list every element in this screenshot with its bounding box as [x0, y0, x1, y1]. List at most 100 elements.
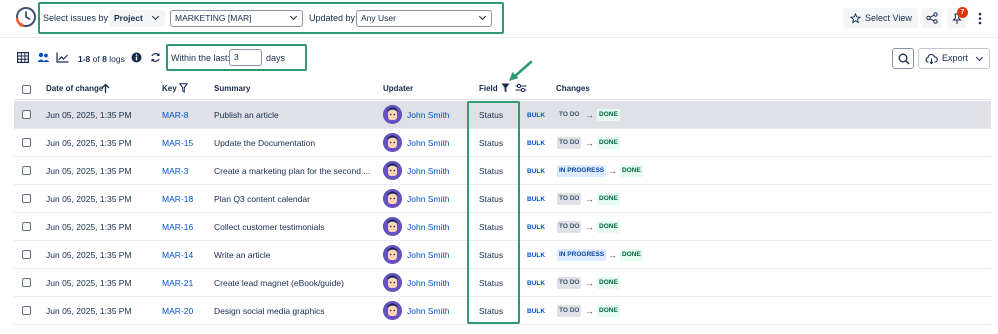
arrow-right-icon: → [585, 138, 594, 148]
count-range: 1-8 [78, 54, 91, 64]
select-issues-label: Select issues by: [43, 13, 111, 23]
project-value-text: MARKETING [MAR] [175, 13, 252, 23]
bulk-badge: BULK [527, 252, 546, 259]
row-issue-key-link[interactable]: MAR-3 [162, 166, 188, 177]
table-row[interactable]: Jun 05, 2025, 1:35 PM MAR-20 Design social… [14, 297, 991, 325]
log-count: 1-8 of 8 logs [78, 53, 125, 65]
filter-outline-icon[interactable] [179, 83, 188, 93]
column-header-changes[interactable]: Changes [556, 84, 590, 94]
row-date: Jun 05, 2025, 1:35 PM [46, 138, 132, 148]
table-row[interactable]: Jun 05, 2025, 1:35 PM MAR-15 Update the Do… [14, 129, 991, 157]
avatar [383, 273, 402, 292]
status-to-lozenge: DONE [597, 193, 620, 205]
row-updater-link[interactable]: John Smith [407, 278, 450, 289]
row-updater-link[interactable]: John Smith [407, 306, 450, 317]
search-icon [898, 53, 910, 65]
row-updater-link[interactable]: John Smith [407, 250, 450, 261]
row-updater-link[interactable]: John Smith [407, 110, 450, 121]
row-issue-key-link[interactable]: MAR-20 [162, 306, 193, 317]
row-checkbox[interactable] [22, 306, 31, 315]
filter-active-icon[interactable] [501, 83, 510, 93]
search-button[interactable] [892, 48, 914, 69]
bulk-badge: BULK [527, 196, 546, 203]
row-field: Status [479, 222, 504, 232]
status-from-lozenge: IN PROGRESS [557, 249, 607, 261]
project-value-select[interactable]: MARKETING [MAR] [170, 10, 303, 27]
row-issue-key-link[interactable]: MAR-21 [162, 278, 193, 289]
share-button[interactable] [922, 8, 942, 28]
status-to-lozenge: DONE [597, 277, 620, 289]
status-to-lozenge: DONE [620, 249, 643, 261]
chevron-down-icon [289, 12, 298, 21]
arrow-right-icon: → [585, 194, 594, 204]
avatar [383, 245, 402, 264]
status-to-lozenge: DONE [597, 221, 620, 233]
arrow-right-icon: → [585, 110, 594, 120]
select-view-button[interactable]: Select View [843, 8, 918, 28]
table-row[interactable]: Jun 05, 2025, 1:35 PM MAR-14 Write an arti… [14, 241, 991, 269]
row-issue-key-link[interactable]: MAR-15 [162, 138, 193, 149]
row-checkbox[interactable] [22, 278, 31, 287]
row-field: Status [479, 250, 504, 260]
status-from-lozenge: TO DO [557, 193, 582, 205]
refresh-icon[interactable] [150, 52, 161, 63]
info-icon[interactable] [131, 52, 142, 63]
table-row[interactable]: Jun 05, 2025, 1:35 PM MAR-16 Collect custo… [14, 213, 991, 241]
column-header-updater[interactable]: Updater [383, 84, 413, 94]
status-to-lozenge: DONE [597, 109, 620, 121]
row-issue-key-link[interactable]: MAR-8 [162, 110, 188, 121]
status-to-lozenge: DONE [597, 137, 620, 149]
sort-ascending-icon[interactable] [101, 83, 110, 94]
column-header-summary[interactable]: Summary [214, 84, 250, 94]
days-input-value: 3 [234, 52, 239, 62]
row-checkbox[interactable] [22, 250, 31, 259]
export-button[interactable]: Export [918, 48, 990, 69]
status-from-lozenge: TO DO [557, 221, 582, 233]
bulk-badge: BULK [527, 168, 546, 175]
row-checkbox[interactable] [22, 166, 31, 175]
adjust-settings-icon[interactable] [515, 83, 527, 93]
project-select[interactable]: Project [109, 10, 165, 27]
more-button[interactable] [972, 8, 988, 28]
row-issue-key-link[interactable]: MAR-18 [162, 194, 193, 205]
updated-by-select[interactable]: Any User [356, 10, 492, 27]
table-row[interactable]: Jun 05, 2025, 1:35 PM MAR-18 Plan Q3 conte… [14, 185, 991, 213]
table-row[interactable]: Jun 05, 2025, 1:35 PM MAR-8 Publish an art… [14, 101, 991, 129]
row-updater-link[interactable]: John Smith [407, 138, 450, 149]
days-label: days [266, 53, 286, 63]
table-view-icon[interactable] [17, 52, 29, 63]
users-icon[interactable] [37, 52, 50, 63]
column-header-key[interactable]: Key [162, 84, 177, 94]
more-vertical-icon [978, 12, 982, 25]
row-checkbox[interactable] [22, 222, 31, 231]
days-input[interactable]: 3 [229, 49, 262, 66]
table-row[interactable]: Jun 05, 2025, 1:35 PM MAR-21 Create lead m… [14, 269, 991, 297]
table-row[interactable]: Jun 05, 2025, 1:35 PM MAR-3 Create a marke… [14, 157, 991, 185]
count-total: 8 [102, 54, 107, 64]
column-header-date[interactable]: Date of change [46, 84, 103, 94]
row-updater-link[interactable]: John Smith [407, 194, 450, 205]
row-date: Jun 05, 2025, 1:35 PM [46, 306, 132, 316]
row-summary: Create a marketing plan for the second .… [214, 166, 371, 176]
bulk-badge: BULK [527, 112, 546, 119]
bulk-badge: BULK [527, 308, 546, 315]
row-checkbox[interactable] [22, 194, 31, 203]
row-date: Jun 05, 2025, 1:35 PM [46, 250, 132, 260]
table-header: Date of change Key Summary Updater Field… [14, 78, 991, 100]
row-date: Jun 05, 2025, 1:35 PM [46, 110, 132, 120]
column-header-field[interactable]: Field [479, 84, 498, 94]
row-date: Jun 05, 2025, 1:35 PM [46, 278, 132, 288]
row-checkbox[interactable] [22, 110, 31, 119]
share-icon [926, 12, 938, 24]
chart-trend-icon[interactable] [56, 52, 69, 63]
arrow-right-icon: → [585, 222, 594, 232]
notification-badge: 7 [957, 7, 968, 18]
project-select-value: Project [114, 13, 143, 23]
row-updater-link[interactable]: John Smith [407, 222, 450, 233]
chevron-down-icon [975, 53, 984, 62]
row-issue-key-link[interactable]: MAR-16 [162, 222, 193, 233]
select-all-checkbox[interactable] [22, 85, 31, 94]
row-updater-link[interactable]: John Smith [407, 166, 450, 177]
row-issue-key-link[interactable]: MAR-14 [162, 250, 193, 261]
row-checkbox[interactable] [22, 138, 31, 147]
